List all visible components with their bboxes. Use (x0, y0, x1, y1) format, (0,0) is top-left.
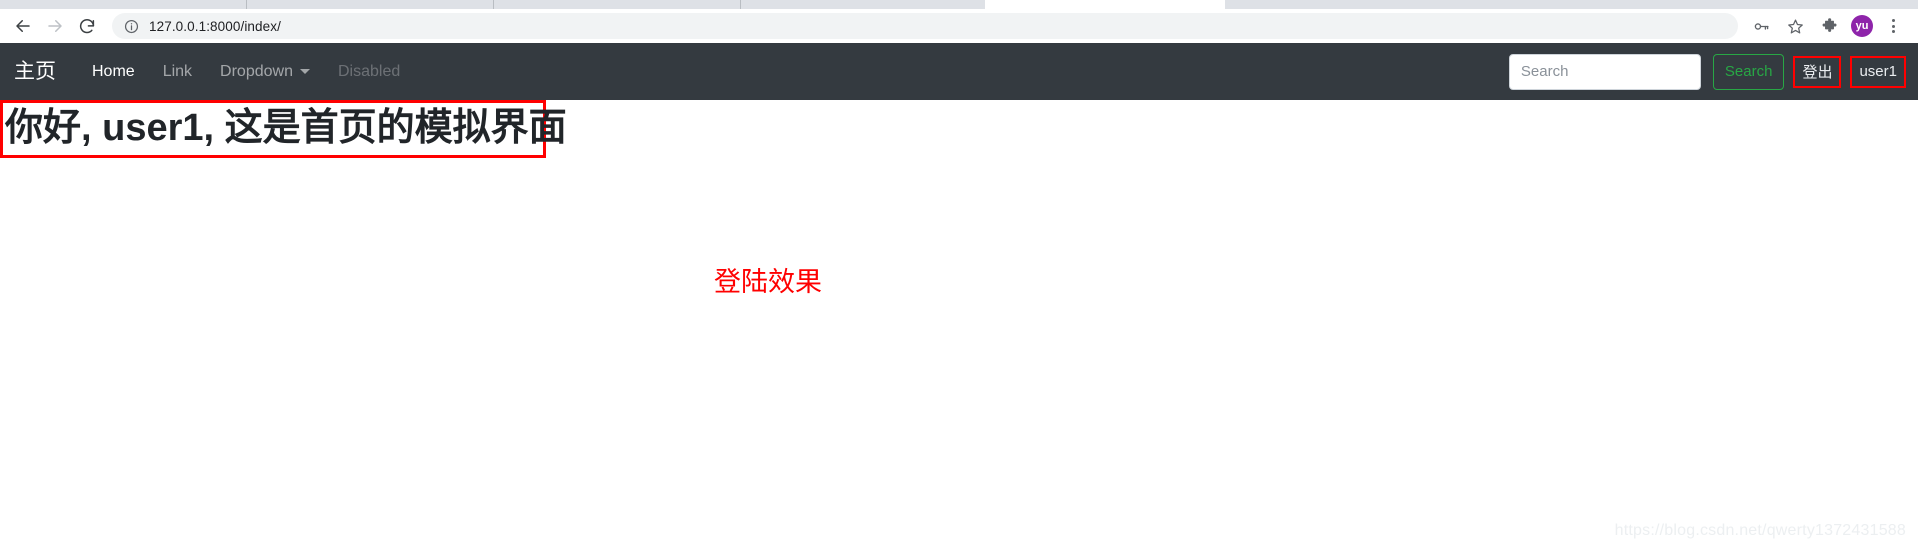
logout-button[interactable]: 登出 (1793, 55, 1842, 88)
three-dot-menu-icon[interactable] (1880, 13, 1906, 39)
tab-gap (985, 0, 1225, 9)
puzzle-piece-icon[interactable] (1814, 11, 1844, 41)
web-page: 主页 Home Link Dropdown Disabled Search 登出… (0, 43, 1918, 546)
page-title: 你好, user1, 这是首页的模拟界面 (5, 107, 567, 150)
navbar-search-form: Search 登出 user1 (1508, 53, 1906, 90)
nav-item-link[interactable]: Link (149, 55, 206, 89)
toolbar-right-actions: yu (1746, 11, 1908, 41)
navbar-brand[interactable]: 主页 (14, 61, 56, 82)
nav-item-disabled: Disabled (337, 62, 401, 80)
navbar-menu: Home Link Dropdown Disabled (78, 55, 414, 89)
watermark: https://blog.csdn.net/qwerty1372431588 (1614, 522, 1906, 539)
chevron-down-icon (299, 69, 310, 74)
site-navbar: 主页 Home Link Dropdown Disabled Search 登出… (0, 43, 1918, 100)
browser-toolbar: 127.0.0.1:8000/index/ yu (0, 9, 1918, 43)
greeting-annotation-box: 你好, user1, 这是首页的模拟界面 (0, 100, 567, 158)
tab-divider (740, 0, 741, 9)
annotation-note: 登陆效果 (714, 267, 822, 297)
search-button[interactable]: Search (1712, 53, 1785, 90)
tab-divider (246, 0, 247, 9)
nav-item-dropdown[interactable]: Dropdown (206, 55, 324, 89)
reload-icon[interactable] (72, 11, 102, 41)
browser-chrome: 127.0.0.1:8000/index/ yu (0, 0, 1918, 43)
nav-item-home[interactable]: Home (78, 55, 149, 89)
navigation-buttons (8, 11, 102, 41)
forward-arrow-icon[interactable] (40, 11, 70, 41)
key-icon[interactable] (1746, 11, 1776, 41)
profile-avatar[interactable]: yu (1851, 15, 1873, 37)
search-input[interactable] (1508, 53, 1701, 90)
current-user-label[interactable]: user1 (1850, 55, 1906, 88)
star-icon[interactable] (1780, 11, 1810, 41)
back-arrow-icon[interactable] (8, 11, 38, 41)
address-bar[interactable]: 127.0.0.1:8000/index/ (112, 13, 1738, 39)
tab-divider (493, 0, 494, 9)
url-text: 127.0.0.1:8000/index/ (149, 18, 281, 34)
tab-strip[interactable] (0, 0, 1918, 9)
nav-item-dropdown-label: Dropdown (220, 62, 293, 80)
info-circle-icon[interactable] (124, 19, 139, 34)
